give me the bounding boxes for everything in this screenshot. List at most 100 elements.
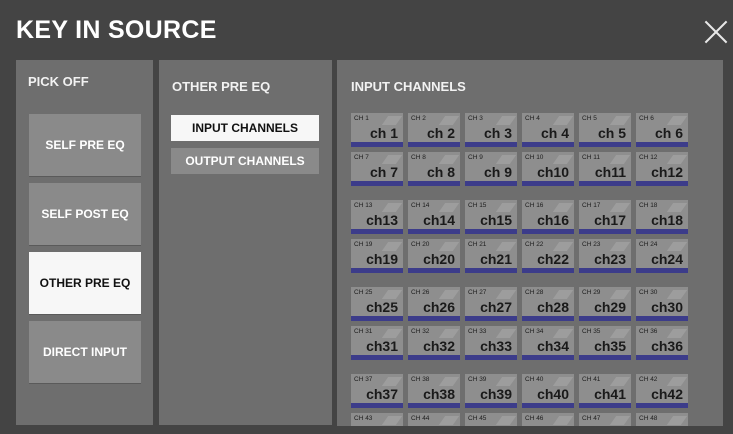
channel-button[interactable]: CH 8 ch 8 bbox=[408, 152, 460, 186]
channel-button[interactable]: CH 6 ch 6 bbox=[636, 113, 688, 147]
channel-button[interactable]: CH 5 ch 5 bbox=[579, 113, 631, 147]
channel-button[interactable]: CH 1 ch 1 bbox=[351, 113, 403, 147]
channel-button[interactable]: CH 46 bbox=[522, 413, 574, 426]
channel-button-shine bbox=[381, 242, 403, 251]
channel-button[interactable]: CH 14 ch14 bbox=[408, 200, 460, 234]
pick-off-direct-input-button[interactable]: DIRECT INPUT bbox=[29, 321, 141, 383]
channel-button[interactable]: CH 44 bbox=[408, 413, 460, 426]
channel-button[interactable]: CH 36 ch36 bbox=[636, 326, 688, 360]
channel-button[interactable]: CH 26 ch26 bbox=[408, 287, 460, 321]
channel-number-label: CH 27 bbox=[468, 289, 487, 296]
pick-off-self-pre-eq-button[interactable]: SELF PRE EQ bbox=[29, 114, 141, 176]
channel-number-label: CH 38 bbox=[411, 376, 430, 383]
channel-assign-bar bbox=[351, 355, 403, 360]
pick-off-other-pre-eq-button[interactable]: OTHER PRE EQ bbox=[29, 252, 141, 314]
channel-assign-bar bbox=[522, 229, 574, 234]
close-icon[interactable] bbox=[703, 19, 729, 45]
channel-button[interactable]: CH 3 ch 3 bbox=[465, 113, 517, 147]
channel-button[interactable]: CH 4 ch 4 bbox=[522, 113, 574, 147]
channel-number-label: CH 46 bbox=[525, 415, 544, 422]
channel-button[interactable]: CH 17 ch17 bbox=[579, 200, 631, 234]
channel-number-label: CH 29 bbox=[582, 289, 601, 296]
channel-name-label: ch36 bbox=[651, 338, 683, 354]
channel-button[interactable]: CH 16 ch16 bbox=[522, 200, 574, 234]
channel-number-label: CH 25 bbox=[354, 289, 373, 296]
channel-name-label: ch10 bbox=[537, 164, 569, 180]
channel-button[interactable]: CH 24 ch24 bbox=[636, 239, 688, 273]
channel-button[interactable]: CH 2 ch 2 bbox=[408, 113, 460, 147]
channel-button[interactable]: CH 35 ch35 bbox=[579, 326, 631, 360]
channel-button[interactable]: CH 22 ch22 bbox=[522, 239, 574, 273]
channel-number-label: CH 14 bbox=[411, 202, 430, 209]
channel-assign-bar bbox=[408, 181, 460, 186]
channel-name-label: ch33 bbox=[480, 338, 512, 354]
channel-button-shine bbox=[609, 329, 631, 338]
channel-button[interactable]: CH 39 ch39 bbox=[465, 374, 517, 408]
channel-button[interactable]: CH 15 ch15 bbox=[465, 200, 517, 234]
channel-button[interactable]: CH 18 ch18 bbox=[636, 200, 688, 234]
channel-assign-bar bbox=[465, 268, 517, 273]
output-channels-button[interactable]: OUTPUT CHANNELS bbox=[171, 148, 319, 174]
channel-button-shine bbox=[438, 290, 460, 299]
channel-button[interactable]: CH 12 ch12 bbox=[636, 152, 688, 186]
channel-number-label: CH 35 bbox=[582, 328, 601, 335]
channel-assign-bar bbox=[465, 229, 517, 234]
channel-assign-bar bbox=[636, 403, 688, 408]
channel-button[interactable]: CH 13 ch13 bbox=[351, 200, 403, 234]
channel-button[interactable]: CH 40 ch40 bbox=[522, 374, 574, 408]
channel-name-label: ch 9 bbox=[483, 164, 512, 180]
channel-button[interactable]: CH 33 ch33 bbox=[465, 326, 517, 360]
channel-number-label: CH 17 bbox=[582, 202, 601, 209]
channel-number-label: CH 24 bbox=[639, 241, 658, 248]
channel-button-shine bbox=[666, 242, 688, 251]
channel-button[interactable]: CH 38 ch38 bbox=[408, 374, 460, 408]
channel-assign-bar bbox=[351, 181, 403, 186]
channel-button[interactable]: CH 45 bbox=[465, 413, 517, 426]
channel-button-shine bbox=[381, 290, 403, 299]
channel-number-label: CH 31 bbox=[354, 328, 373, 335]
channel-button[interactable]: CH 41 ch41 bbox=[579, 374, 631, 408]
channel-button[interactable]: CH 34 ch34 bbox=[522, 326, 574, 360]
channel-button[interactable]: CH 47 bbox=[579, 413, 631, 426]
channel-button[interactable]: CH 23 ch23 bbox=[579, 239, 631, 273]
channel-button-shine bbox=[552, 203, 574, 212]
input-channels-button[interactable]: INPUT CHANNELS bbox=[171, 115, 319, 141]
channel-button-shine bbox=[609, 116, 631, 125]
channel-assign-bar bbox=[636, 268, 688, 273]
channel-button[interactable]: CH 28 ch28 bbox=[522, 287, 574, 321]
channel-button[interactable]: CH 29 ch29 bbox=[579, 287, 631, 321]
channel-number-label: CH 34 bbox=[525, 328, 544, 335]
channel-button[interactable]: CH 10 ch10 bbox=[522, 152, 574, 186]
channel-button[interactable]: CH 7 ch 7 bbox=[351, 152, 403, 186]
channel-button[interactable]: CH 31 ch31 bbox=[351, 326, 403, 360]
channel-button[interactable]: CH 37 ch37 bbox=[351, 374, 403, 408]
channel-name-label: ch 8 bbox=[426, 164, 455, 180]
channel-button[interactable]: CH 43 bbox=[351, 413, 403, 426]
channel-name-label: ch 5 bbox=[597, 125, 626, 141]
channel-button-shine bbox=[438, 155, 460, 164]
channel-assign-bar bbox=[465, 403, 517, 408]
channel-number-label: CH 32 bbox=[411, 328, 430, 335]
channel-name-label: ch21 bbox=[480, 251, 512, 267]
channel-assign-bar bbox=[465, 316, 517, 321]
channel-number-label: CH 21 bbox=[468, 241, 487, 248]
channel-button[interactable]: CH 9 ch 9 bbox=[465, 152, 517, 186]
channel-button[interactable]: CH 30 ch30 bbox=[636, 287, 688, 321]
channel-number-label: CH 11 bbox=[582, 154, 600, 161]
channel-button[interactable]: CH 19 ch19 bbox=[351, 239, 403, 273]
channel-button[interactable]: CH 11 ch11 bbox=[579, 152, 631, 186]
channel-button-shine bbox=[609, 242, 631, 251]
channel-button-shine bbox=[495, 242, 517, 251]
pick-off-self-post-eq-button[interactable]: SELF POST EQ bbox=[29, 183, 141, 245]
channel-button[interactable]: CH 21 ch21 bbox=[465, 239, 517, 273]
channel-button[interactable]: CH 27 ch27 bbox=[465, 287, 517, 321]
channel-button[interactable]: CH 32 ch32 bbox=[408, 326, 460, 360]
channel-button[interactable]: CH 20 ch20 bbox=[408, 239, 460, 273]
channel-button[interactable]: CH 25 ch25 bbox=[351, 287, 403, 321]
channel-button[interactable]: CH 48 bbox=[636, 413, 688, 426]
channel-button-shine bbox=[666, 329, 688, 338]
channel-number-label: CH 44 bbox=[411, 415, 430, 422]
window-title: KEY IN SOURCE bbox=[16, 16, 217, 44]
channel-button[interactable]: CH 42 ch42 bbox=[636, 374, 688, 408]
channel-name-label: ch22 bbox=[537, 251, 569, 267]
